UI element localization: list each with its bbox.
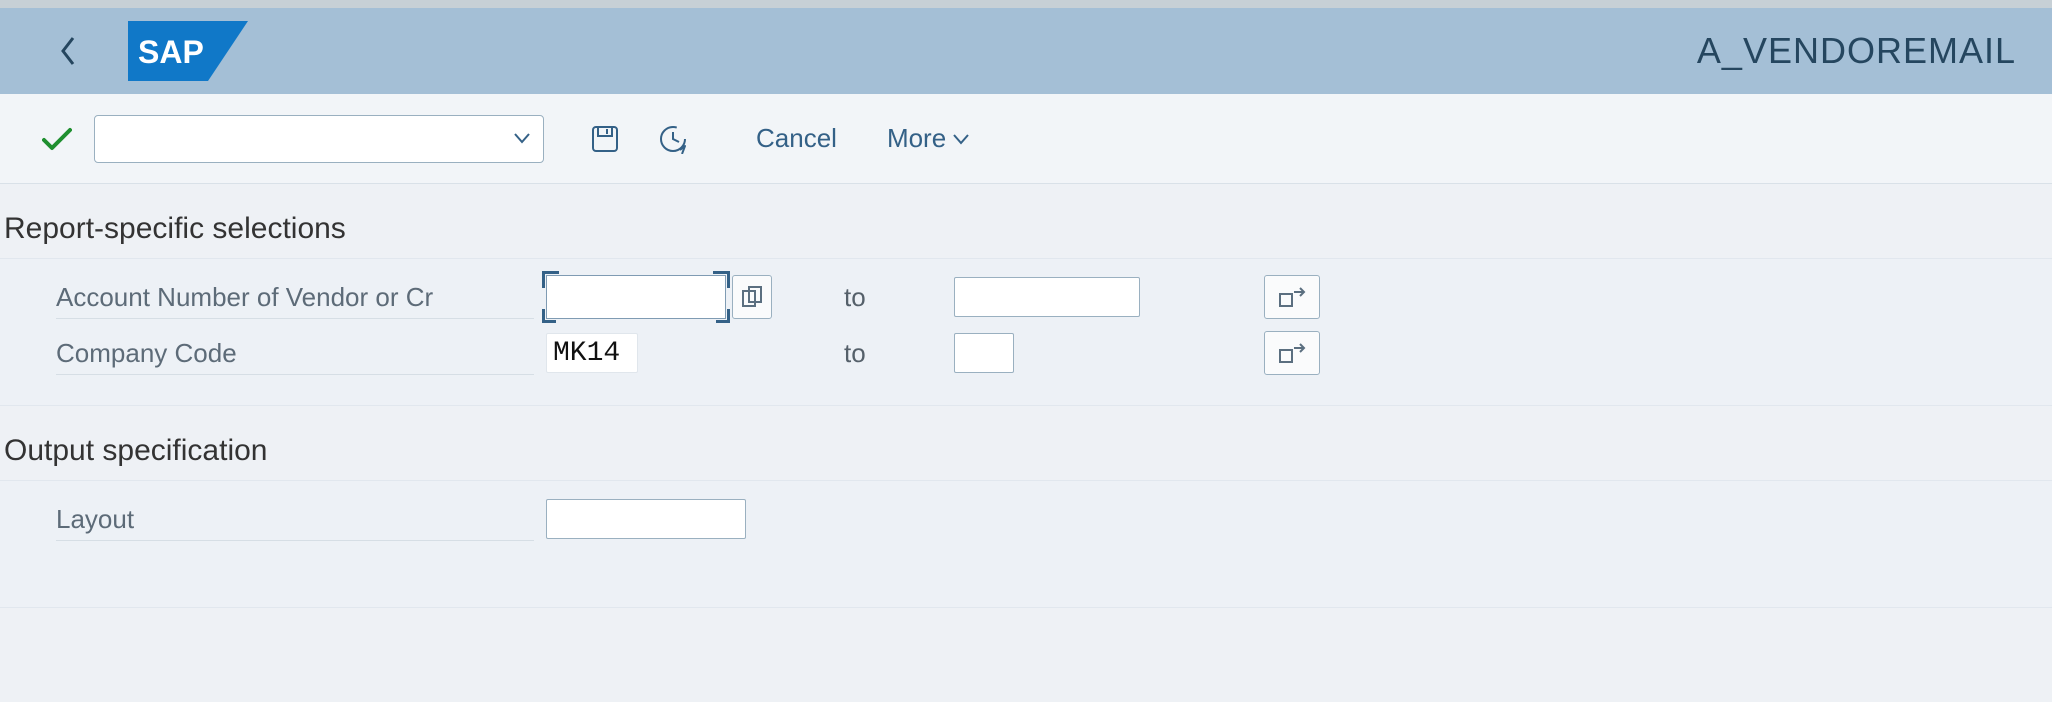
account-number-to-input[interactable] bbox=[954, 277, 1140, 317]
app-title: A_VENDOREMAIL bbox=[1697, 30, 2016, 72]
account-number-from-field[interactable] bbox=[547, 276, 725, 318]
company-code-from-input[interactable] bbox=[546, 333, 638, 373]
label-account-number: Account Number of Vendor or Cr bbox=[14, 282, 534, 313]
label-company-code: Company Code bbox=[14, 338, 534, 369]
history-button[interactable] bbox=[648, 115, 698, 163]
section-body-output: Layout bbox=[0, 480, 2052, 608]
toolbar: Cancel More bbox=[0, 94, 2052, 184]
section-title-report: Report-specific selections bbox=[0, 184, 2052, 258]
account-number-f4-button[interactable] bbox=[732, 275, 772, 319]
cancel-button[interactable]: Cancel bbox=[746, 117, 847, 160]
save-button[interactable] bbox=[580, 115, 630, 163]
variant-dropdown[interactable] bbox=[94, 115, 544, 163]
more-label: More bbox=[887, 123, 946, 154]
section-title-output: Output specification bbox=[0, 406, 2052, 480]
more-menu[interactable]: More bbox=[883, 117, 974, 160]
form-area: Report-specific selections Account Numbe… bbox=[0, 184, 2052, 608]
label-layout: Layout bbox=[14, 504, 534, 535]
account-number-from-input[interactable] bbox=[546, 275, 726, 319]
account-number-multi-button[interactable] bbox=[1264, 275, 1320, 319]
back-button[interactable] bbox=[48, 24, 88, 78]
row-company-code: Company Code to bbox=[14, 325, 2038, 381]
chevron-down-icon bbox=[513, 127, 531, 150]
company-code-to-input[interactable] bbox=[954, 333, 1014, 373]
row-account-number: Account Number of Vendor or Cr to bbox=[14, 269, 2038, 325]
to-label: to bbox=[844, 338, 934, 369]
title-bar: SAP A_VENDOREMAIL bbox=[0, 0, 2052, 94]
row-layout: Layout bbox=[14, 491, 2038, 547]
execute-button[interactable] bbox=[40, 122, 74, 156]
company-code-multi-button[interactable] bbox=[1264, 331, 1320, 375]
to-label: to bbox=[844, 282, 934, 313]
layout-input[interactable] bbox=[546, 499, 746, 539]
section-body-report: Account Number of Vendor or Cr to bbox=[0, 258, 2052, 406]
svg-text:SAP: SAP bbox=[138, 34, 204, 70]
sap-logo: SAP bbox=[128, 21, 248, 81]
